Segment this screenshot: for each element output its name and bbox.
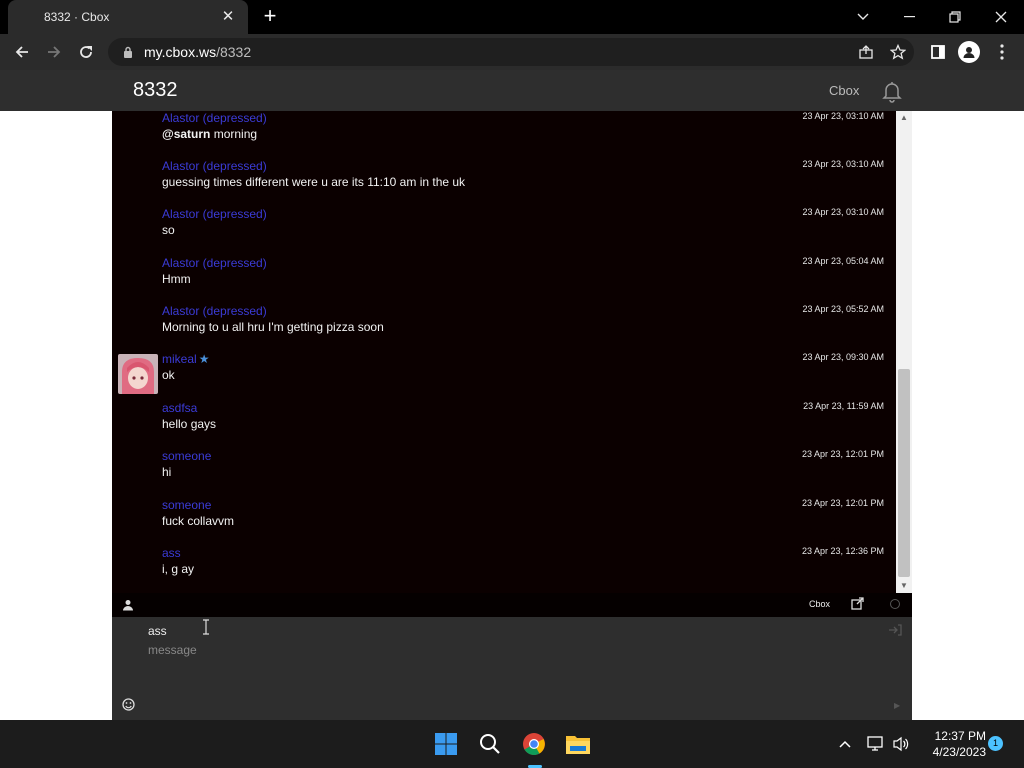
share-icon[interactable] — [856, 42, 876, 62]
bell-icon[interactable] — [880, 79, 904, 103]
connection-status-icon — [890, 599, 900, 609]
emoji-icon[interactable] — [122, 698, 136, 712]
compose-area: ▶ — [112, 617, 912, 720]
message-text: guessing times different were u are its … — [162, 175, 466, 189]
notification-badge[interactable]: 1 — [988, 736, 1003, 751]
chat-message: Alastor (depressed) 23 Apr 23, 03:10 AM gu… — [112, 159, 896, 207]
scrollbar[interactable]: ▲ ▼ — [896, 111, 912, 593]
message-username[interactable]: Alastor (depressed) — [162, 111, 267, 125]
back-arrow-icon[interactable] — [8, 38, 36, 66]
user-icon[interactable] — [122, 598, 136, 612]
message-timestamp: 23 Apr 23, 12:01 PM — [801, 449, 884, 459]
message-username[interactable]: Alastor (depressed) — [162, 304, 267, 318]
message-text: fuck collavvm — [162, 514, 235, 528]
chat-message: someone 23 Apr 23, 12:01 PM fuck collavvm — [112, 498, 896, 546]
profile-avatar-icon[interactable] — [958, 41, 980, 63]
cbox-brand-link[interactable]: Cbox — [829, 83, 859, 98]
name-input[interactable] — [148, 621, 748, 641]
message-list: Alastor (depressed) 23 Apr 23, 03:10 AM @s… — [112, 111, 896, 593]
message-username[interactable]: someone — [162, 449, 211, 463]
system-clock[interactable]: 12:37 PM 4/23/2023 — [920, 728, 986, 760]
restore-button[interactable] — [932, 0, 978, 34]
chat-message: mikeal ★ 23 Apr 23, 09:30 AM ok — [112, 352, 896, 400]
scrollbar-thumb[interactable] — [898, 369, 910, 577]
cbox-link[interactable]: Cbox — [809, 599, 830, 609]
chat-message: ass 23 Apr 23, 12:36 PM i, g ay — [112, 546, 896, 593]
message-timestamp: 23 Apr 23, 03:10 AM — [802, 159, 884, 169]
message-timestamp: 23 Apr 23, 05:04 AM — [802, 256, 884, 266]
minimize-button[interactable] — [886, 0, 932, 34]
network-icon[interactable] — [866, 734, 886, 754]
message-text: hi — [162, 465, 172, 479]
volume-icon[interactable] — [891, 734, 911, 754]
scroll-up-arrow-icon[interactable]: ▲ — [896, 111, 912, 125]
file-explorer-icon[interactable] — [562, 728, 594, 760]
browser-tab[interactable]: 8332 · Cbox ✕ — [8, 0, 248, 34]
message-timestamp: 23 Apr 23, 11:59 AM — [803, 401, 884, 411]
chat-message: someone 23 Apr 23, 12:01 PM hi — [112, 449, 896, 497]
chat-message: asdfsa 23 Apr 23, 11:59 AM hello gays — [112, 401, 896, 449]
avatar[interactable] — [118, 354, 158, 394]
message-input[interactable] — [148, 643, 848, 693]
tab-close-icon[interactable]: ✕ — [220, 9, 236, 25]
chrome-taskbar-icon[interactable] — [518, 728, 550, 760]
chat-message: Alastor (depressed) 23 Apr 23, 05:04 AM Hm… — [112, 256, 896, 304]
send-icon[interactable] — [888, 623, 902, 636]
message-timestamp: 23 Apr 23, 03:10 AM — [802, 207, 884, 217]
clock-time: 12:37 PM — [934, 729, 986, 743]
expand-arrow-icon[interactable]: ▶ — [894, 701, 900, 710]
page: 8332 Cbox Alastor (depressed) 23 Apr 23, … — [0, 70, 1024, 720]
mention[interactable]: @saturn — [162, 127, 210, 141]
side-panel-icon[interactable] — [928, 42, 948, 62]
lock-icon[interactable] — [120, 44, 136, 60]
url-text: my.cbox.ws/8332 — [144, 44, 252, 60]
windows-start-icon[interactable] — [430, 728, 462, 760]
reload-icon[interactable] — [72, 38, 100, 66]
star-icon: ★ — [198, 352, 210, 366]
browser-toolbar: my.cbox.ws/8332 — [0, 34, 1024, 70]
tab-search-chevron-icon[interactable] — [840, 0, 886, 34]
windows-taskbar: 12:37 PM 4/23/2023 — [0, 720, 1024, 768]
menu-kebab-icon[interactable] — [992, 42, 1012, 62]
address-bar[interactable]: my.cbox.ws/8332 — [108, 38, 914, 66]
search-icon[interactable] — [474, 728, 506, 760]
forward-arrow-icon[interactable] — [40, 38, 68, 66]
message-username[interactable]: asdfsa — [162, 401, 197, 415]
message-username[interactable]: ass — [162, 546, 181, 560]
scroll-down-arrow-icon[interactable]: ▼ — [896, 579, 912, 593]
message-timestamp: 23 Apr 23, 12:36 PM — [801, 546, 884, 556]
message-text: hello gays — [162, 417, 217, 431]
message-username[interactable]: Alastor (depressed) — [162, 207, 267, 221]
page-title: 8332 — [133, 79, 178, 101]
message-timestamp: 23 Apr 23, 03:10 AM — [802, 111, 884, 121]
message-timestamp: 23 Apr 23, 09:30 AM — [802, 352, 884, 362]
message-text: @saturn morning — [162, 127, 258, 141]
message-username[interactable]: mikeal ★ — [162, 352, 209, 366]
chat-box: Alastor (depressed) 23 Apr 23, 03:10 AM @s… — [112, 111, 912, 720]
tray-chevron-icon[interactable] — [835, 734, 855, 754]
tab-title: 8332 · Cbox — [44, 10, 110, 24]
chat-message: Alastor (depressed) 23 Apr 23, 05:52 AM Mo… — [112, 304, 896, 352]
chat-message: Alastor (depressed) 23 Apr 23, 03:10 AM @s… — [112, 111, 896, 159]
text-cursor-icon — [203, 619, 209, 635]
bookmark-star-icon[interactable] — [888, 42, 908, 62]
popout-icon[interactable] — [851, 597, 865, 611]
site-header: 8332 Cbox — [0, 70, 1024, 111]
browser-tabstrip: 8332 · Cbox ✕ + — [0, 0, 1024, 34]
message-text: Hmm — [162, 272, 191, 286]
message-text: so — [162, 223, 175, 237]
message-username[interactable]: Alastor (depressed) — [162, 159, 267, 173]
chat-toolbar: Cbox — [112, 593, 912, 617]
message-text: Morning to u all hru I'm getting pizza s… — [162, 320, 384, 334]
close-window-button[interactable] — [978, 0, 1024, 34]
new-tab-button[interactable]: + — [258, 5, 282, 29]
message-username[interactable]: someone — [162, 498, 211, 512]
chat-message: Alastor (depressed) 23 Apr 23, 03:10 AM so — [112, 207, 896, 255]
message-text: i, g ay — [162, 562, 195, 576]
message-text: ok — [162, 368, 175, 382]
message-timestamp: 23 Apr 23, 05:52 AM — [802, 304, 884, 314]
clock-date: 4/23/2023 — [932, 745, 986, 759]
message-username[interactable]: Alastor (depressed) — [162, 256, 267, 270]
message-timestamp: 23 Apr 23, 12:01 PM — [801, 498, 884, 508]
